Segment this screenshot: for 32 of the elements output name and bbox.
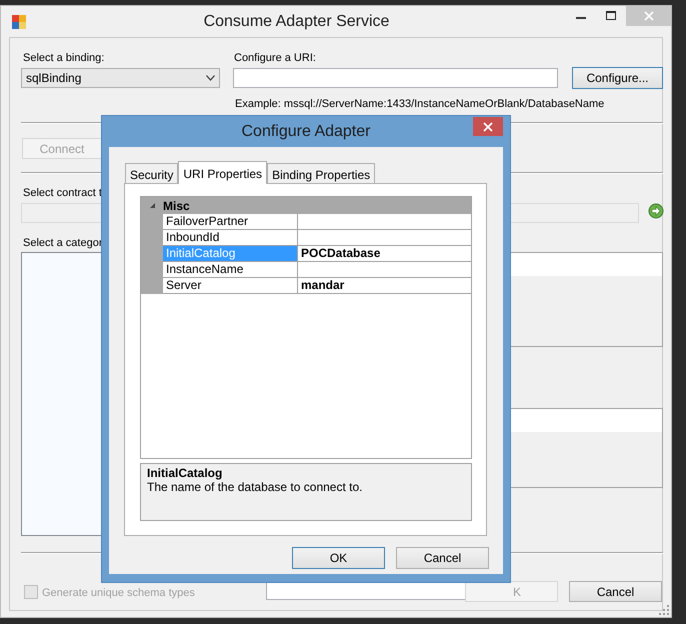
checkbox-label: Generate unique schema types — [42, 586, 195, 601]
close-icon — [644, 11, 654, 21]
dialog-close-button[interactable] — [473, 117, 503, 136]
category-row[interactable]: Misc — [141, 197, 471, 214]
field-label: Configure a URI: — [234, 51, 316, 66]
app-icon — [11, 14, 27, 30]
cancel-button[interactable]: Cancel — [396, 547, 489, 569]
configure-button[interactable]: Configure... — [572, 67, 663, 89]
tab[interactable]: Binding Properties — [267, 163, 376, 183]
property-value[interactable]: POCDatabase — [301, 246, 380, 260]
ok-button[interactable]: OK — [292, 547, 385, 569]
field-label: Select a binding: — [23, 51, 104, 66]
example-text: Example: mssql://ServerName:1433/InstanceNameOrBlank/DatabaseName — [235, 97, 604, 112]
tab[interactable]: Security — [125, 163, 178, 183]
maximize-icon — [606, 11, 616, 21]
dialog-title: Configure Adapter — [242, 122, 370, 142]
window-title: Consume Adapter Service — [202, 12, 390, 32]
property-name[interactable]: Server — [163, 278, 298, 294]
cancel-button[interactable]: Cancel — [569, 581, 662, 602]
field-label: Select a categor — [23, 236, 102, 251]
uri-field[interactable] — [233, 68, 558, 88]
property-name[interactable]: FailoverPartner — [163, 214, 298, 230]
caret-icon — [206, 75, 215, 81]
category-label: Misc — [163, 198, 190, 214]
tab[interactable]: URI Properties — [178, 161, 268, 184]
binding-dropdown[interactable]: sqlBinding — [21, 68, 220, 88]
close-icon — [483, 122, 493, 132]
resize-grip-icon[interactable] — [659, 605, 669, 615]
description-title: InitialCatalog — [147, 466, 224, 480]
description-text: The name of the database to connect to. — [147, 480, 364, 494]
property-value[interactable]: mandar — [301, 278, 344, 292]
property-name[interactable]: InstanceName — [163, 262, 298, 278]
